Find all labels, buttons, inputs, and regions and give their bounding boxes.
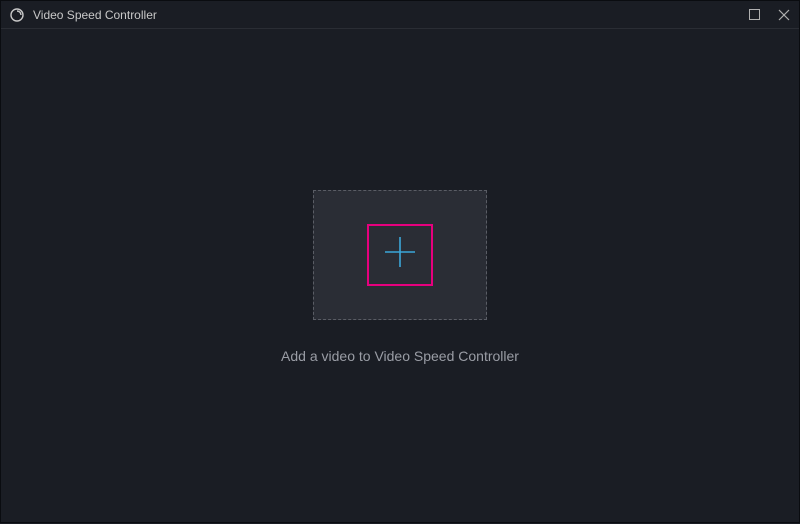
close-button[interactable] xyxy=(777,8,791,22)
app-logo-icon xyxy=(9,7,25,23)
app-title: Video Speed Controller xyxy=(33,8,157,22)
add-video-dropzone[interactable] xyxy=(313,190,487,320)
titlebar-left: Video Speed Controller xyxy=(9,7,157,23)
maximize-button[interactable] xyxy=(747,8,761,22)
plus-icon xyxy=(382,234,418,275)
window-controls xyxy=(747,8,791,22)
titlebar: Video Speed Controller xyxy=(1,1,799,29)
main-content: Add a video to Video Speed Controller xyxy=(1,29,799,524)
add-video-prompt: Add a video to Video Speed Controller xyxy=(281,348,519,364)
highlight-box xyxy=(367,224,433,286)
